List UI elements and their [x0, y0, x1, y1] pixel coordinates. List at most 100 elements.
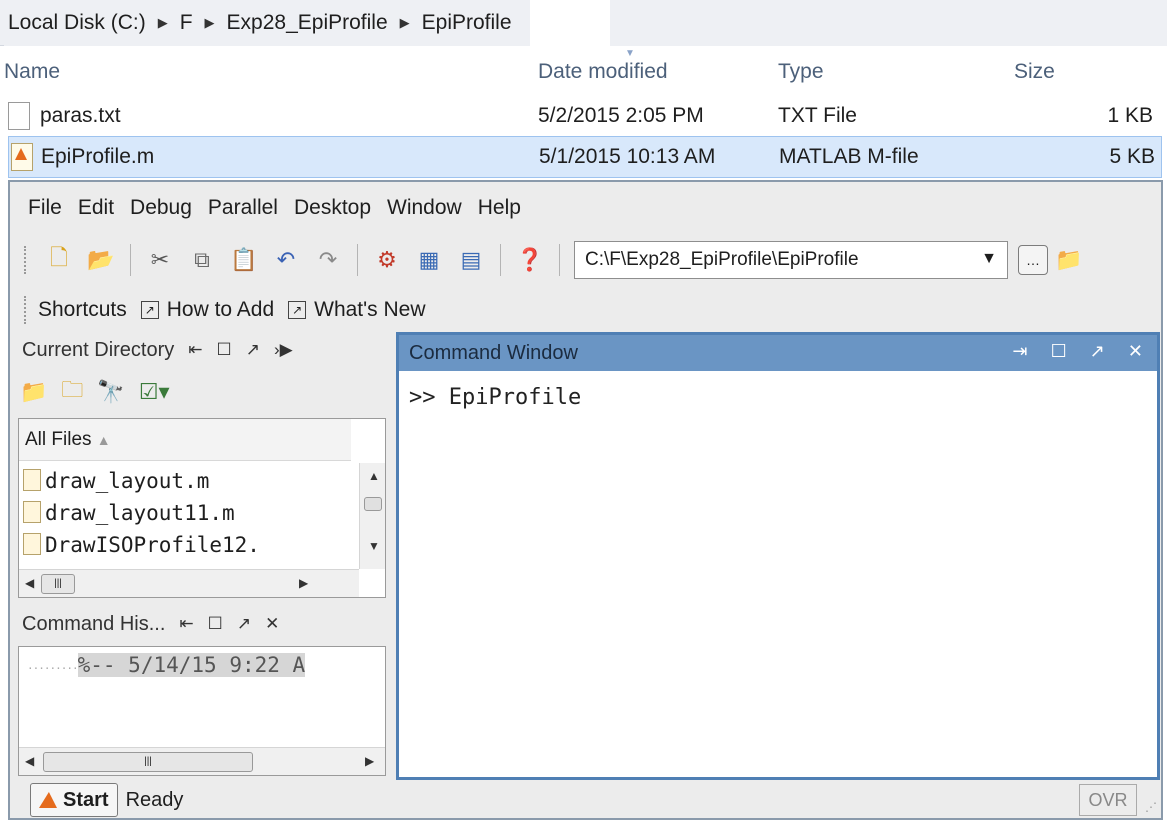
scroll-right-icon: ▶: [299, 576, 309, 590]
chevron-right-icon[interactable]: ▶: [150, 15, 176, 31]
file-name: EpiProfile.m: [41, 145, 155, 168]
file-type: TXT File: [778, 104, 857, 127]
new-file-icon[interactable]: 🗋: [44, 245, 74, 275]
start-button[interactable]: Start: [30, 783, 118, 817]
list-item[interactable]: DrawISOProfile12.: [23, 533, 348, 555]
undo-icon[interactable]: ↶: [271, 245, 301, 275]
column-header-type[interactable]: Type: [778, 60, 824, 84]
copy-icon[interactable]: ⧉: [187, 245, 217, 275]
maximize-icon[interactable]: ☐: [1051, 341, 1067, 361]
dock-icon[interactable]: ⇥: [1013, 341, 1028, 361]
simulink-icon[interactable]: ⚙: [372, 245, 402, 275]
menu-bar: File Edit Debug Parallel Desktop Window …: [10, 182, 1161, 234]
list-item[interactable]: draw_layout.m: [23, 469, 348, 493]
matlab-file-icon: [23, 533, 41, 555]
history-entry[interactable]: ·········%-- 5/14/15 9:22 A: [27, 653, 306, 677]
scroll-left-icon: ◀: [25, 754, 35, 768]
file-size: 5 KB: [1109, 145, 1155, 168]
address-bar-filler: [609, 0, 1167, 46]
address-input-area[interactable]: [529, 0, 610, 46]
current-directory-tools: 📁 🗀 🔭 ☑▾: [20, 372, 184, 412]
breadcrumb-exp28[interactable]: Exp28_EpiProfile: [223, 11, 392, 35]
chevron-right-icon[interactable]: ▶: [392, 15, 418, 31]
up-folder-icon[interactable]: 📁: [1054, 245, 1084, 275]
undock-icon[interactable]: ↗: [1090, 341, 1105, 361]
matlab-logo-icon: [39, 792, 57, 808]
guide-icon[interactable]: ▦: [414, 245, 444, 275]
file-row-epiprofile[interactable]: EpiProfile.m 5/1/2015 10:13 AM MATLAB M-…: [8, 136, 1162, 178]
command-history-pane: Command His... ⇤ ☐ ↗ ✕ ·········%-- 5/14…: [16, 606, 386, 778]
menu-edit[interactable]: Edit: [78, 196, 114, 220]
up-folder-icon[interactable]: 📁: [20, 379, 47, 405]
menu-window[interactable]: Window: [387, 196, 462, 220]
undock-icon[interactable]: ↗: [246, 340, 260, 360]
menu-file[interactable]: File: [28, 196, 62, 220]
file-date: 5/2/2015 2:05 PM: [538, 104, 704, 127]
all-files-header[interactable]: All Files ▲: [19, 419, 351, 461]
address-bar[interactable]: Local Disk (C:) ▶ F ▶ Exp28_EpiProfile ▶…: [0, 0, 1167, 46]
matlab-file-icon: [11, 143, 33, 171]
shortcuts-grip[interactable]: [24, 296, 28, 324]
toolbar: 🗋 📂 ✂ ⧉ 📋 ↶ ↷ ⚙ ▦ ▤ ❓ C:\F\Exp28_EpiProf…: [10, 234, 1161, 286]
toolbar-grip[interactable]: [24, 246, 28, 274]
close-icon[interactable]: ✕: [265, 614, 279, 634]
breadcrumb-f[interactable]: F: [176, 11, 197, 35]
breadcrumb-local-disk[interactable]: Local Disk (C:): [4, 11, 150, 35]
maximize-icon[interactable]: ☐: [208, 614, 223, 634]
whats-new-link[interactable]: What's New: [314, 298, 425, 322]
open-folder-icon[interactable]: 📂: [86, 245, 116, 275]
maximize-icon[interactable]: ☐: [217, 340, 232, 360]
column-header-size[interactable]: Size: [1014, 60, 1055, 84]
menu-desktop[interactable]: Desktop: [294, 196, 371, 220]
close-icon[interactable]: ✕: [1128, 341, 1143, 361]
column-header-name[interactable]: Name: [4, 60, 60, 84]
pane-title: Command Window: [409, 341, 578, 364]
history-list[interactable]: ·········%-- 5/14/15 9:22 A ◀ ||| ▶: [18, 646, 386, 776]
menu-parallel[interactable]: Parallel: [208, 196, 278, 220]
file-list[interactable]: All Files ▲ draw_layout.m draw_layout11.…: [18, 418, 386, 598]
paste-icon[interactable]: 📋: [229, 245, 259, 275]
file-name: paras.txt: [40, 104, 121, 127]
profiler-icon[interactable]: ▤: [456, 245, 486, 275]
list-item[interactable]: draw_layout11.m: [23, 501, 348, 525]
horizontal-scrollbar[interactable]: ◀ ||| ▶: [19, 747, 385, 775]
undock-icon[interactable]: ↗: [237, 614, 251, 634]
redo-icon[interactable]: ↷: [313, 245, 343, 275]
column-header-date[interactable]: Date modified: [538, 60, 668, 84]
matlab-desktop: File Edit Debug Parallel Desktop Window …: [8, 180, 1163, 820]
horizontal-scrollbar[interactable]: ◀ ||| ▶: [19, 569, 359, 597]
breadcrumb-epiprofile[interactable]: EpiProfile: [418, 11, 516, 35]
resize-grip-icon[interactable]: ⋰: [1145, 800, 1157, 814]
shortcuts-bar: Shortcuts ↗ How to Add ↗ What's New: [10, 290, 1161, 330]
scroll-thumb[interactable]: [364, 497, 382, 511]
cut-icon[interactable]: ✂: [145, 245, 175, 275]
shortcuts-label: Shortcuts: [38, 298, 127, 321]
dropdown-arrow-icon[interactable]: ▼: [981, 250, 997, 268]
command-window[interactable]: Command Window ⇥ ☐ ↗ ✕ >> EpiProfile: [396, 332, 1160, 780]
report-icon[interactable]: ☑▾: [139, 379, 170, 405]
vertical-scrollbar[interactable]: ▲ ▼: [359, 463, 385, 569]
command-window-title-bar: Command Window ⇥ ☐ ↗ ✕: [399, 335, 1157, 371]
current-directory-pane: Current Directory ⇤ ☐ ↗ ›▶ 📁 🗀 🔭 ☑▾ All …: [16, 332, 386, 600]
file-row-paras[interactable]: paras.txt 5/2/2015 2:05 PM TXT File 1 KB: [0, 96, 1167, 138]
browse-folder-button[interactable]: …: [1018, 245, 1048, 275]
dock-icon[interactable]: ⇤: [179, 614, 193, 634]
more-arrow-icon[interactable]: ›▶: [274, 340, 293, 360]
chevron-right-icon[interactable]: ▶: [197, 15, 223, 31]
new-folder-icon[interactable]: 🗀: [61, 373, 83, 411]
sort-up-icon: ▲: [96, 432, 111, 448]
find-files-icon[interactable]: 🔭: [97, 379, 124, 405]
current-folder-input[interactable]: C:\F\Exp28_EpiProfile\EpiProfile ▼: [574, 241, 1008, 279]
help-icon[interactable]: ❓: [515, 245, 545, 275]
pane-title: Current Directory: [22, 338, 175, 361]
scroll-down-icon: ▼: [368, 539, 380, 553]
menu-debug[interactable]: Debug: [130, 196, 192, 220]
dock-icon[interactable]: ⇤: [188, 340, 202, 360]
scroll-thumb[interactable]: |||: [41, 574, 75, 594]
status-bar: Start Ready OVR ⋰: [10, 780, 1161, 820]
menu-help[interactable]: Help: [478, 196, 521, 220]
command-prompt[interactable]: >> EpiProfile: [409, 385, 581, 410]
scroll-up-icon: ▲: [368, 469, 380, 483]
scroll-thumb[interactable]: |||: [43, 752, 253, 772]
how-to-add-link[interactable]: How to Add: [167, 298, 274, 322]
